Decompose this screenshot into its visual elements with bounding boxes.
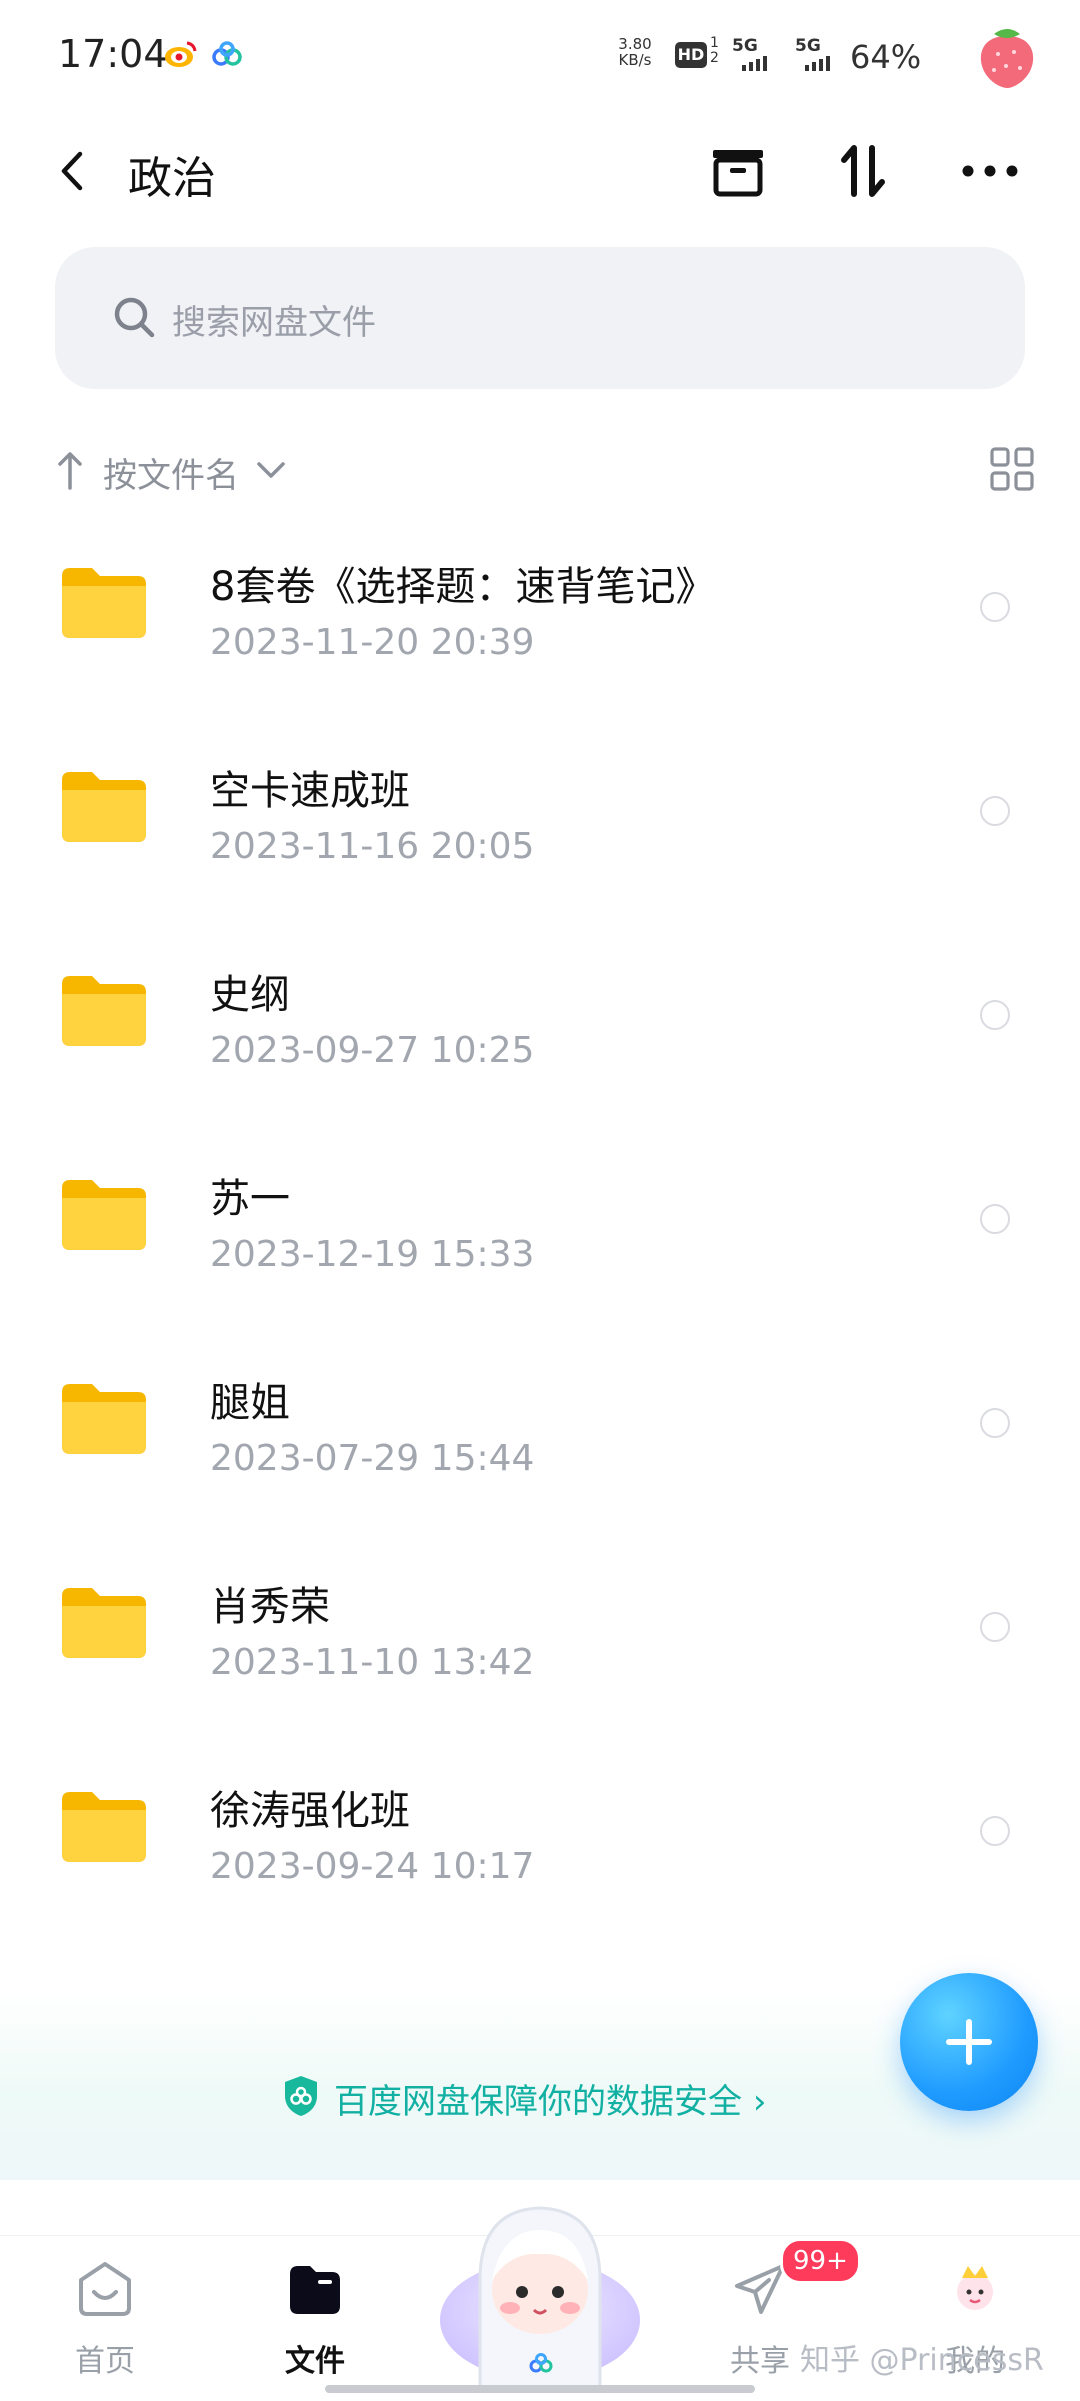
select-radio[interactable]	[980, 1204, 1010, 1234]
file-date: 2023-12-19 15:33	[210, 1234, 535, 1275]
file-name: 苏一	[210, 1176, 290, 1222]
transfer-sort-icon[interactable]	[828, 136, 898, 206]
select-radio[interactable]	[980, 1408, 1010, 1438]
baidu-netdisk-status-icon	[212, 41, 242, 66]
file-date: 2023-11-20 20:39	[210, 622, 535, 663]
select-radio[interactable]	[980, 1000, 1010, 1030]
file-name: 空卡速成班	[210, 768, 410, 814]
folder-icon	[62, 976, 146, 1046]
file-date: 2023-09-24 10:17	[210, 1846, 535, 1887]
folder-icon	[62, 1792, 146, 1862]
file-row[interactable]: 肖秀荣 2023-11-10 13:42	[0, 1540, 1080, 1744]
nav-files-label: 文件	[285, 2344, 345, 2379]
folder-icon	[62, 1588, 146, 1658]
signal-icon-sim2: 5G	[795, 36, 835, 72]
signal-icon-sim1: 5G	[732, 36, 772, 72]
select-radio[interactable]	[980, 1612, 1010, 1642]
file-name: 8套卷《选择题：速背笔记》	[210, 564, 716, 610]
strawberry-avatar-icon	[980, 29, 1034, 88]
sort-by-name-button[interactable]: 按文件名	[103, 448, 239, 497]
file-date: 2023-11-10 13:42	[210, 1642, 535, 1683]
shield-icon	[285, 2076, 317, 2116]
sort-ascending-icon[interactable]	[55, 448, 85, 492]
file-date: 2023-07-29 15:44	[210, 1438, 535, 1479]
folder-nav-icon	[290, 2266, 340, 2314]
safety-text-content: 百度网盘保障你的数据安全	[334, 2082, 742, 2122]
safety-banner-text: 百度网盘保障你的数据安全 ›	[334, 2074, 766, 2123]
search-placeholder: 搜索网盘文件	[172, 303, 376, 343]
file-name: 肖秀荣	[210, 1584, 330, 1630]
hd-voice-icon: HD	[675, 42, 707, 68]
net-speed-unit: KB/s	[618, 51, 652, 69]
select-radio[interactable]	[980, 592, 1010, 622]
search-icon	[114, 297, 155, 338]
weibo-icon	[165, 41, 197, 67]
file-date: 2023-11-16 20:05	[210, 826, 535, 867]
folder-icon	[62, 1180, 146, 1250]
sort-bar: 按文件名	[55, 440, 1035, 500]
file-row[interactable]: 空卡速成班 2023-11-16 20:05	[0, 724, 1080, 928]
search-input[interactable]: 搜索网盘文件	[55, 247, 1025, 389]
battery-level: 64%	[850, 38, 922, 76]
home-indicator[interactable]	[325, 2385, 755, 2393]
share-badge: 99+	[780, 2238, 861, 2284]
sim-indicator: 1 2	[710, 35, 719, 66]
chevron-down-icon[interactable]	[255, 456, 287, 484]
nav-files[interactable]: 文件	[235, 2236, 395, 2379]
back-arrow-icon[interactable]	[52, 146, 92, 196]
home-icon	[79, 2262, 131, 2316]
status-bar: 17:04 3.80 KB/s HD 1 2 5G 5G 64%	[0, 0, 1080, 112]
sig1-label: 5G	[732, 36, 758, 56]
header: 政治	[0, 112, 1080, 230]
file-name: 腿姐	[210, 1380, 290, 1426]
net-speed-value: 3.80	[618, 35, 652, 53]
more-options-icon[interactable]	[955, 136, 1025, 206]
folder-icon	[62, 568, 146, 638]
file-row[interactable]: 8套卷《选择题：速背笔记》 2023-11-20 20:39	[0, 520, 1080, 724]
chevron-right-icon: ›	[752, 2082, 767, 2122]
file-date: 2023-09-27 10:25	[210, 1030, 535, 1071]
nav-home[interactable]: 首页	[25, 2236, 185, 2379]
file-row[interactable]: 苏一 2023-12-19 15:33	[0, 1132, 1080, 1336]
select-radio[interactable]	[980, 1816, 1010, 1846]
mascot-assistant-icon[interactable]	[430, 2180, 650, 2400]
watermark-text: 知乎 @PrincessR	[800, 2343, 1044, 2378]
profile-avatar-icon	[957, 2266, 993, 2310]
plus-icon	[946, 2019, 992, 2065]
file-row[interactable]: 徐涛强化班 2023-09-24 10:17	[0, 1744, 1080, 1948]
network-speed: 3.80 KB/s	[610, 36, 660, 68]
file-name: 史纲	[210, 972, 290, 1018]
file-name: 徐涛强化班	[210, 1788, 410, 1834]
status-time: 17:04	[58, 32, 168, 76]
status-indicators: 3.80 KB/s HD 1 2 5G 5G 64%	[610, 28, 1080, 88]
select-radio[interactable]	[980, 796, 1010, 826]
sig2-label: 5G	[795, 36, 821, 56]
folder-icon	[62, 1384, 146, 1454]
file-row[interactable]: 腿姐 2023-07-29 15:44	[0, 1336, 1080, 1540]
folder-icon	[62, 772, 146, 842]
page-title: 政治	[128, 153, 216, 204]
add-button[interactable]	[900, 1973, 1038, 2111]
file-row[interactable]: 史纲 2023-09-27 10:25	[0, 928, 1080, 1132]
grid-view-icon[interactable]	[989, 446, 1035, 492]
archive-icon[interactable]	[703, 136, 773, 206]
nav-home-label: 首页	[75, 2344, 135, 2379]
